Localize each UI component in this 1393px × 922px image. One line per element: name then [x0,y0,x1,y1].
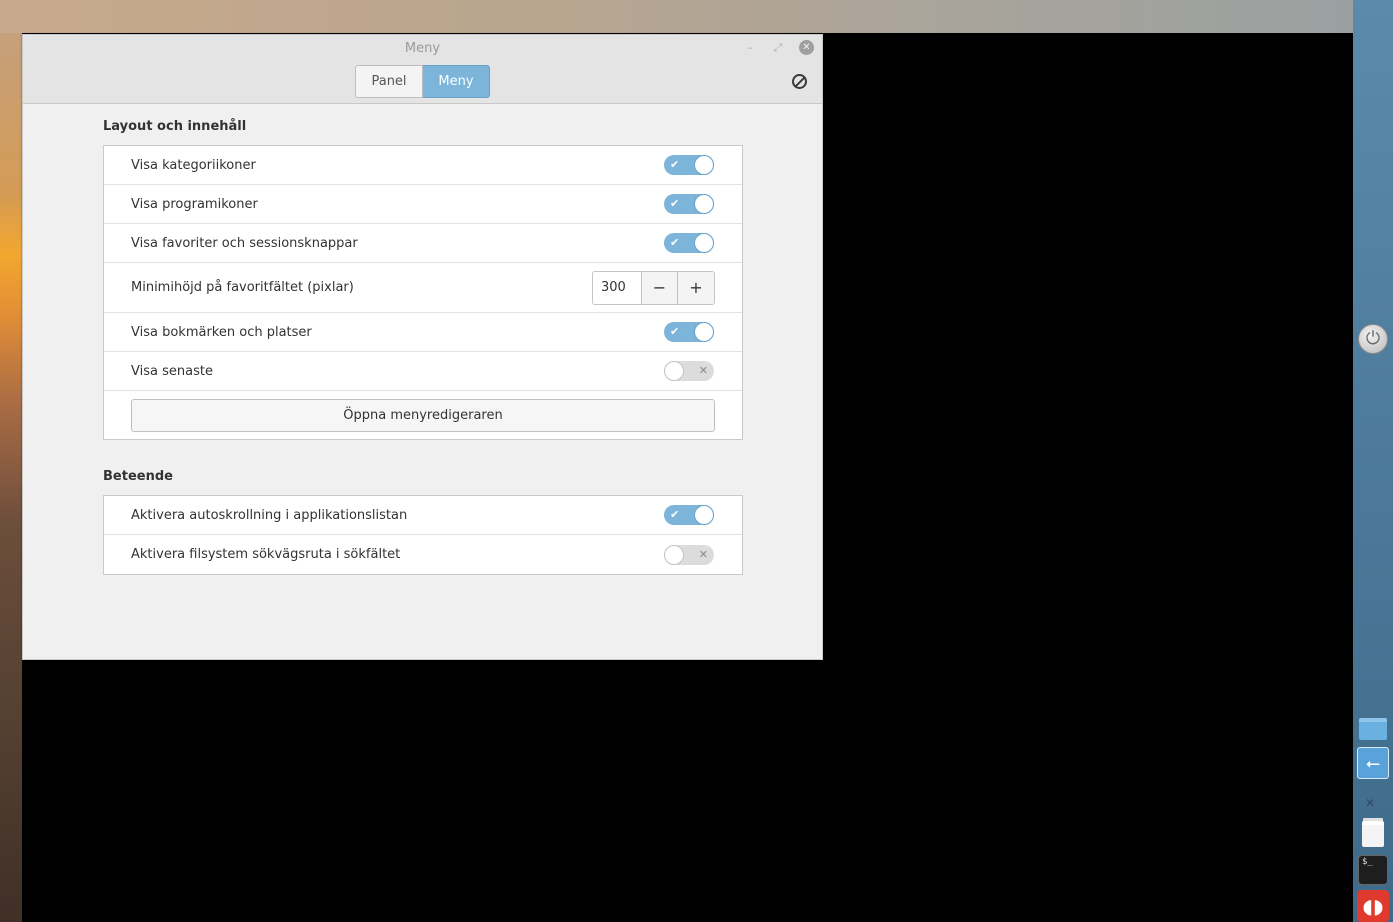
decrement-button[interactable]: − [642,271,678,304]
wallpaper [0,0,1353,33]
setting-row-min-height: Minimihöjd på favoritfältet (pixlar) 300… [104,263,742,313]
setting-row-menu-editor: Öppna menyredigeraren [104,391,742,439]
setting-label: Aktivera filsystem sökvägsruta i sökfält… [131,547,401,562]
section-title-behavior: Beteende [103,469,173,484]
min-height-spinner: 300 − + [592,270,715,305]
titlebar: Meny – ⤢ ✕ Panel Meny [23,35,822,104]
x-icon: ✕ [698,364,708,377]
power-icon: ⏻ [1358,324,1388,354]
recent-switch[interactable]: ✕ [664,361,714,381]
switch-knob [694,233,714,253]
switch-knob [664,544,684,565]
window-controls: – ⤢ ✕ [743,40,814,55]
desktop: ⏻ ⭠ ✕ $_ ◖◗ Meny – ⤢ ✕ Panel Meny Layout… [0,0,1393,922]
setting-label: Aktivera autoskrollning i applikationsli… [131,507,408,523]
setting-row-program-icons: Visa programikoner ✔ [104,185,742,224]
maximize-icon[interactable]: ⤢ [771,41,785,55]
open-menu-editor-button[interactable]: Öppna menyredigeraren [131,398,715,432]
trash-icon [1362,821,1384,847]
setting-label: Visa kategoriikoner [131,157,256,173]
check-icon: ✔ [670,325,680,338]
settings-window: Meny – ⤢ ✕ Panel Meny Layout och innehål… [22,34,823,660]
wallpaper-edge [0,33,22,922]
switch-knob [664,361,684,381]
section-title-layout: Layout och innehåll [103,119,247,134]
reset-button[interactable] [790,72,808,90]
autoscroll-switch[interactable]: ✔ [664,505,714,525]
switch-knob [694,505,714,525]
setting-label: Visa programikoner [131,196,258,212]
terminal-icon: $_ [1358,855,1388,885]
increment-button[interactable]: + [678,271,714,304]
switch-knob [694,194,714,214]
close-icon[interactable]: ✕ [799,40,814,55]
side-panel: ⏻ ⭠ ✕ $_ ◖◗ [1353,0,1393,922]
setting-row-category-icons: Visa kategoriikoner ✔ [104,146,742,185]
check-icon: ✔ [670,158,680,171]
setting-row-favorites: Visa favoriter och sessionsknappar ✔ [104,224,742,263]
x-icon: ✕ [698,547,708,561]
setting-row-filesystem-path: Aktivera filsystem sökvägsruta i sökfält… [104,535,742,574]
switch-knob [694,155,714,175]
eject-icon[interactable]: ✕ [1365,796,1375,810]
folder-icon [1359,718,1387,740]
tab-panel[interactable]: Panel [355,65,423,98]
folder-launcher[interactable] [1357,713,1389,745]
usb-icon: ⭠ [1357,747,1389,779]
app-icon: ◖◗ [1357,890,1389,922]
min-height-input[interactable]: 300 [593,271,642,304]
settings-box-behavior: Aktivera autoskrollning i applikationsli… [103,495,743,575]
tab-meny[interactable]: Meny [423,65,490,98]
app-launcher[interactable]: ◖◗ [1357,890,1389,922]
power-button[interactable]: ⏻ [1357,323,1389,355]
setting-row-recent: Visa senaste ✕ [104,352,742,391]
terminal-launcher[interactable]: $_ [1357,854,1389,886]
window-title: Meny [404,41,441,56]
usb-launcher[interactable]: ⭠ [1357,747,1389,779]
switch-knob [694,322,714,342]
program-icons-switch[interactable]: ✔ [664,194,714,214]
check-icon: ✔ [670,508,680,521]
minimize-icon[interactable]: – [743,41,757,55]
setting-row-bookmarks: Visa bokmärken och platser ✔ [104,313,742,352]
setting-row-autoscroll: Aktivera autoskrollning i applikationsli… [104,496,742,535]
trash-launcher[interactable] [1357,818,1389,850]
setting-label: Visa favoriter och sessionsknappar [131,235,358,251]
setting-label: Visa bokmärken och platser [131,324,312,340]
filesystem-path-switch[interactable]: ✕ [664,544,714,565]
check-icon: ✔ [670,236,680,249]
setting-label: Visa senaste [131,363,213,379]
check-icon: ✔ [670,197,680,210]
stack-switcher: Panel Meny [355,65,490,98]
settings-box-layout: Visa kategoriikoner ✔ Visa programikoner… [103,145,743,440]
category-icons-switch[interactable]: ✔ [664,155,714,175]
bookmarks-switch[interactable]: ✔ [664,322,714,342]
reset-icon [791,73,807,89]
favorites-switch[interactable]: ✔ [664,233,714,253]
